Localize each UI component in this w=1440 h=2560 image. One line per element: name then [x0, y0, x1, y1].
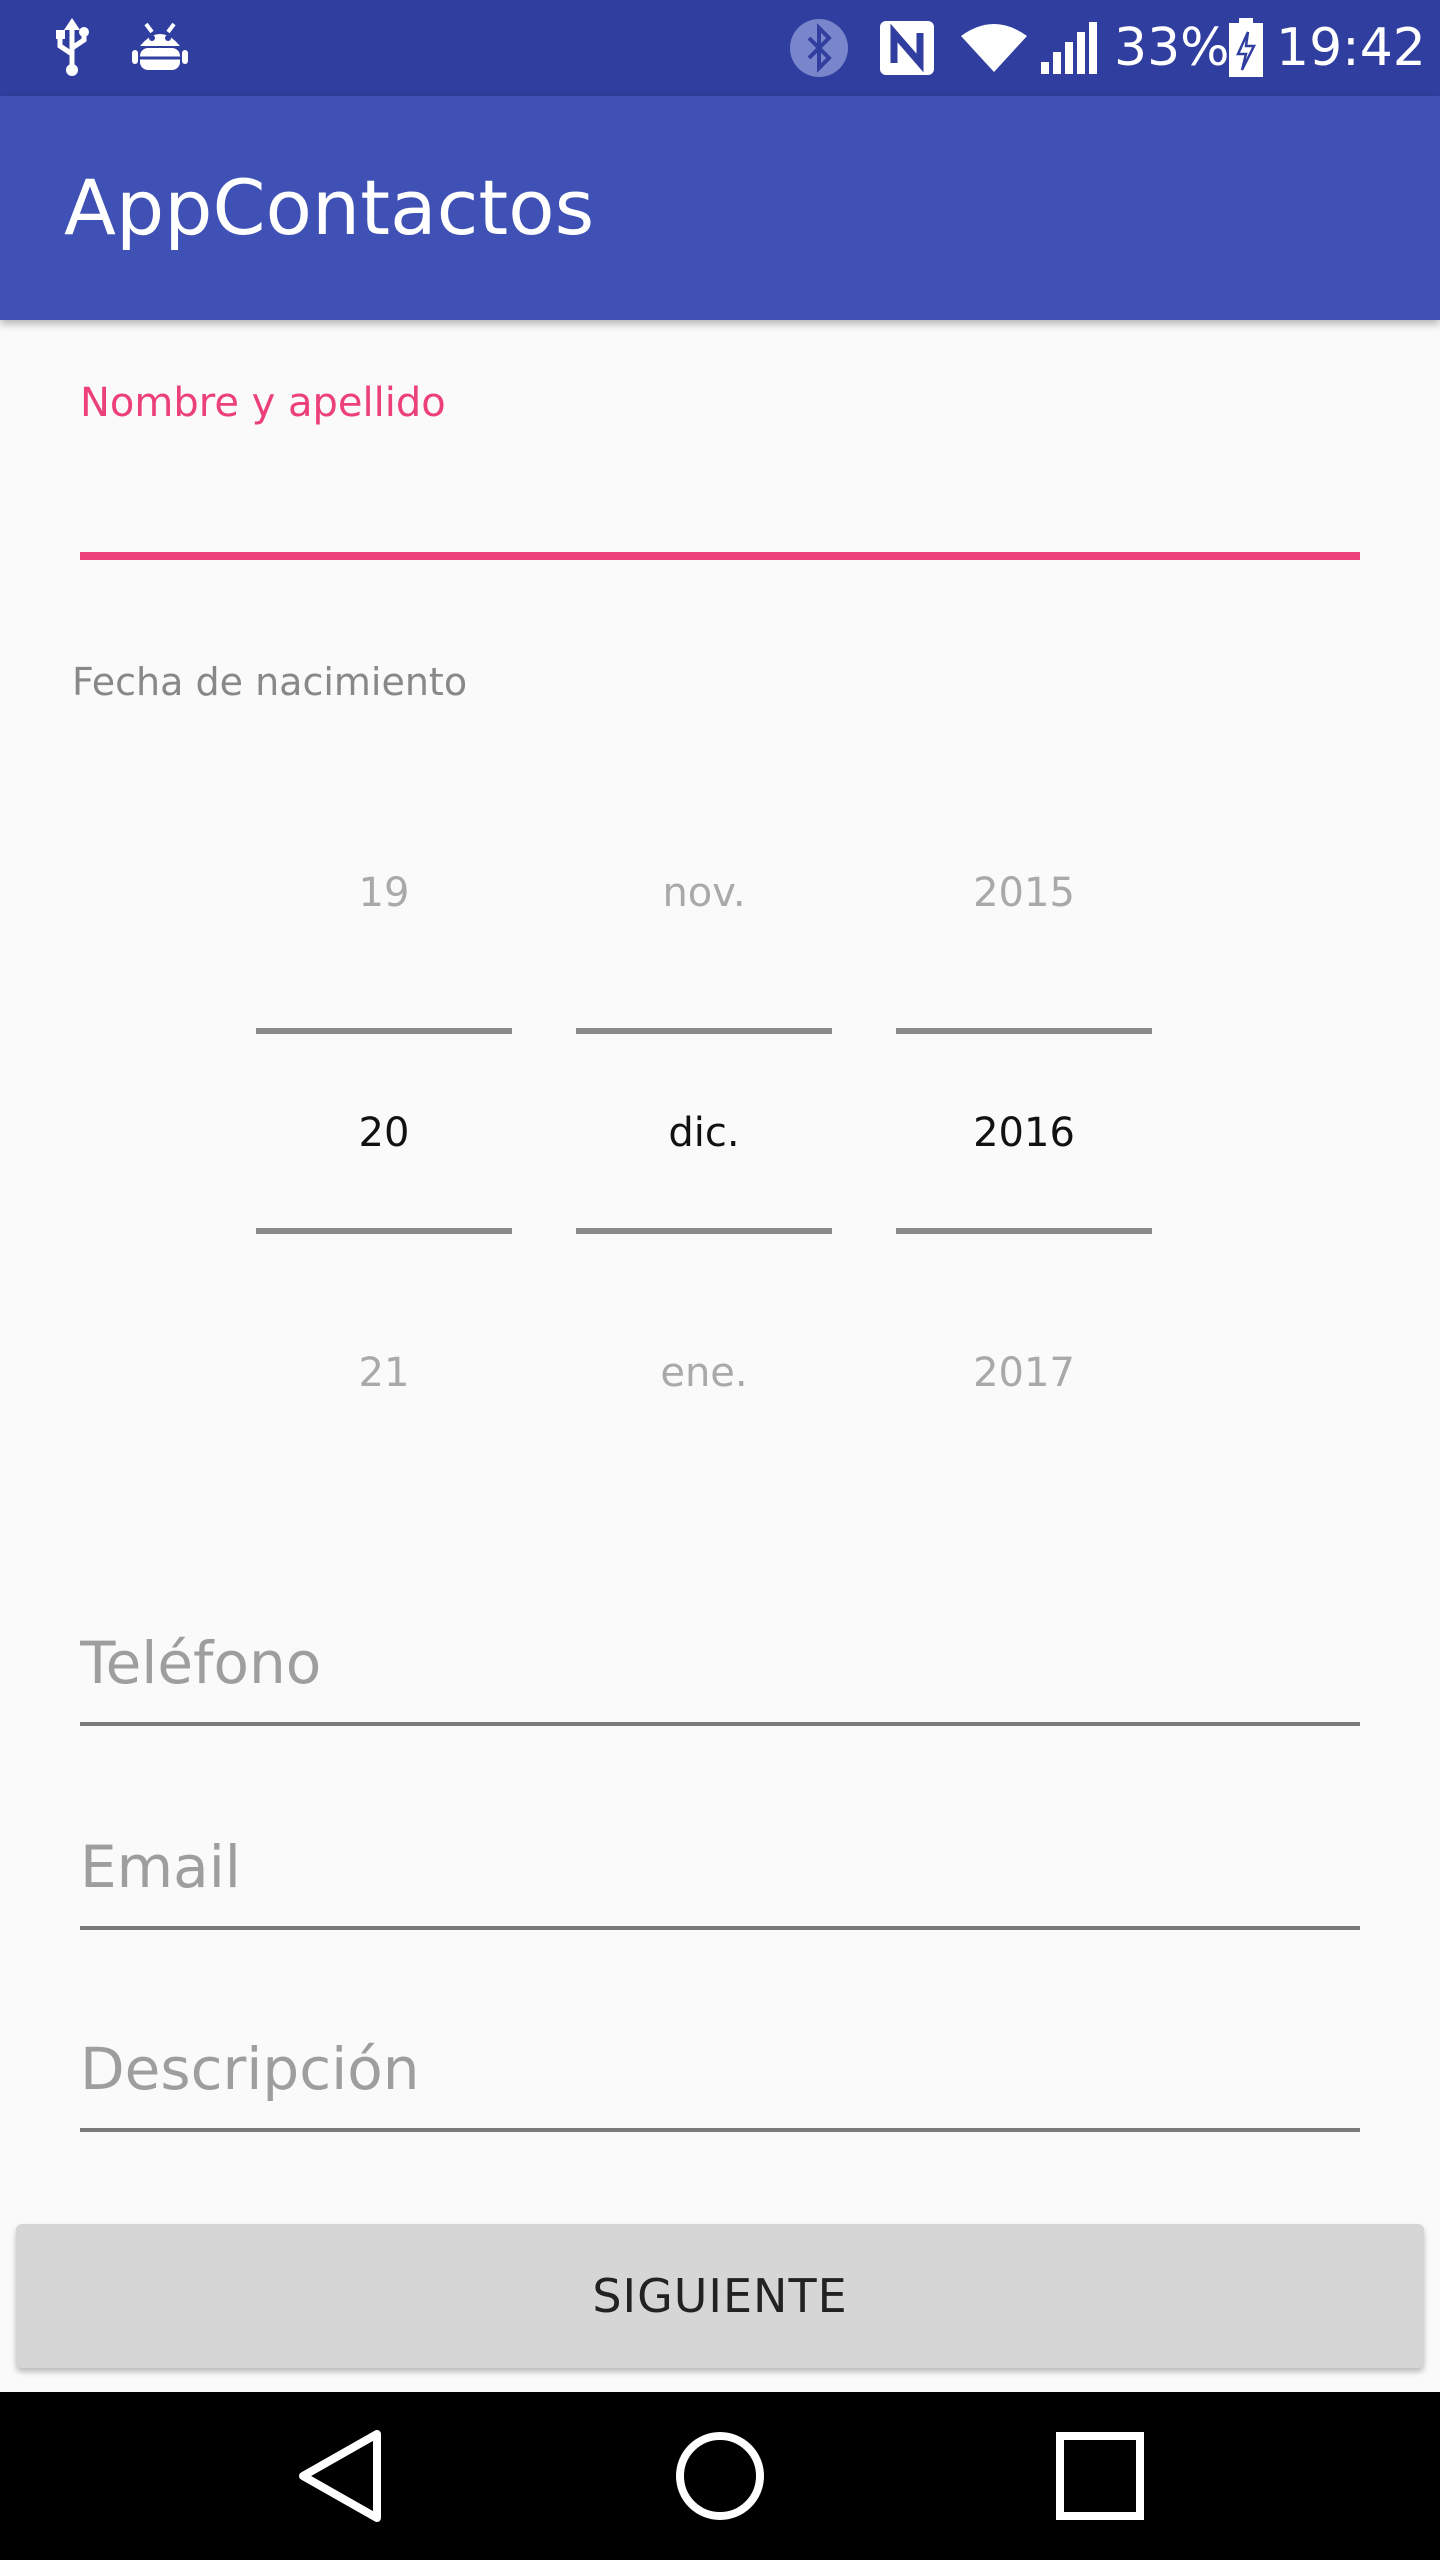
month-divider-bottom	[576, 1228, 832, 1234]
navigation-bar	[0, 2392, 1440, 2560]
app-bar: AppContactos	[0, 96, 1440, 320]
month-next[interactable]: ene.	[576, 1350, 832, 1396]
description-input[interactable]	[80, 2014, 1360, 2124]
battery-charging-icon	[1226, 0, 1266, 96]
name-field-label: Nombre y apellido	[80, 380, 446, 426]
name-input[interactable]	[80, 440, 1360, 560]
day-current[interactable]: 20	[256, 1110, 512, 1156]
phone-input-underline	[80, 1722, 1360, 1726]
email-field	[80, 1800, 1360, 1930]
phone-input[interactable]	[80, 1608, 1360, 1718]
email-input-underline	[80, 1926, 1360, 1930]
year-next[interactable]: 2017	[896, 1350, 1152, 1396]
next-button[interactable]: SIGUIENTE	[16, 2224, 1424, 2368]
day-divider-bottom	[256, 1228, 512, 1234]
email-input[interactable]	[80, 1812, 1360, 1922]
description-field	[80, 2002, 1360, 2132]
day-picker[interactable]: 19 20 21	[256, 820, 512, 1396]
month-prev[interactable]: nov.	[576, 870, 832, 916]
birth-date-label: Fecha de nacimiento	[72, 660, 468, 704]
back-icon[interactable]	[256, 2392, 424, 2560]
year-picker[interactable]: 2015 2016 2017	[896, 820, 1152, 1396]
app-title: AppContactos	[64, 163, 595, 252]
battery-percent: 33%	[1114, 18, 1230, 78]
bluetooth-icon	[786, 0, 852, 96]
day-prev[interactable]: 19	[256, 870, 512, 916]
month-current[interactable]: dic.	[576, 1110, 832, 1156]
description-input-underline	[80, 2128, 1360, 2132]
status-bar: 33% 19:42	[0, 0, 1440, 96]
nfc-icon	[876, 0, 938, 96]
wifi-icon	[958, 0, 1030, 96]
year-prev[interactable]: 2015	[896, 870, 1152, 916]
home-icon[interactable]	[636, 2392, 804, 2560]
android-debug-icon	[128, 0, 192, 96]
screen: 33% 19:42 AppContactos Nombre y apellido…	[0, 0, 1440, 2560]
recents-icon[interactable]	[1016, 2392, 1184, 2560]
month-divider-top	[576, 1028, 832, 1034]
signal-icon	[1038, 0, 1100, 96]
year-divider-bottom	[896, 1228, 1152, 1234]
year-divider-top	[896, 1028, 1152, 1034]
clock: 19:42	[1276, 18, 1426, 78]
month-picker[interactable]: nov. dic. ene.	[576, 820, 832, 1396]
usb-icon	[44, 0, 100, 96]
year-current[interactable]: 2016	[896, 1110, 1152, 1156]
day-next[interactable]: 21	[256, 1350, 512, 1396]
phone-field	[80, 1596, 1360, 1726]
day-divider-top	[256, 1028, 512, 1034]
name-input-underline	[80, 552, 1360, 560]
